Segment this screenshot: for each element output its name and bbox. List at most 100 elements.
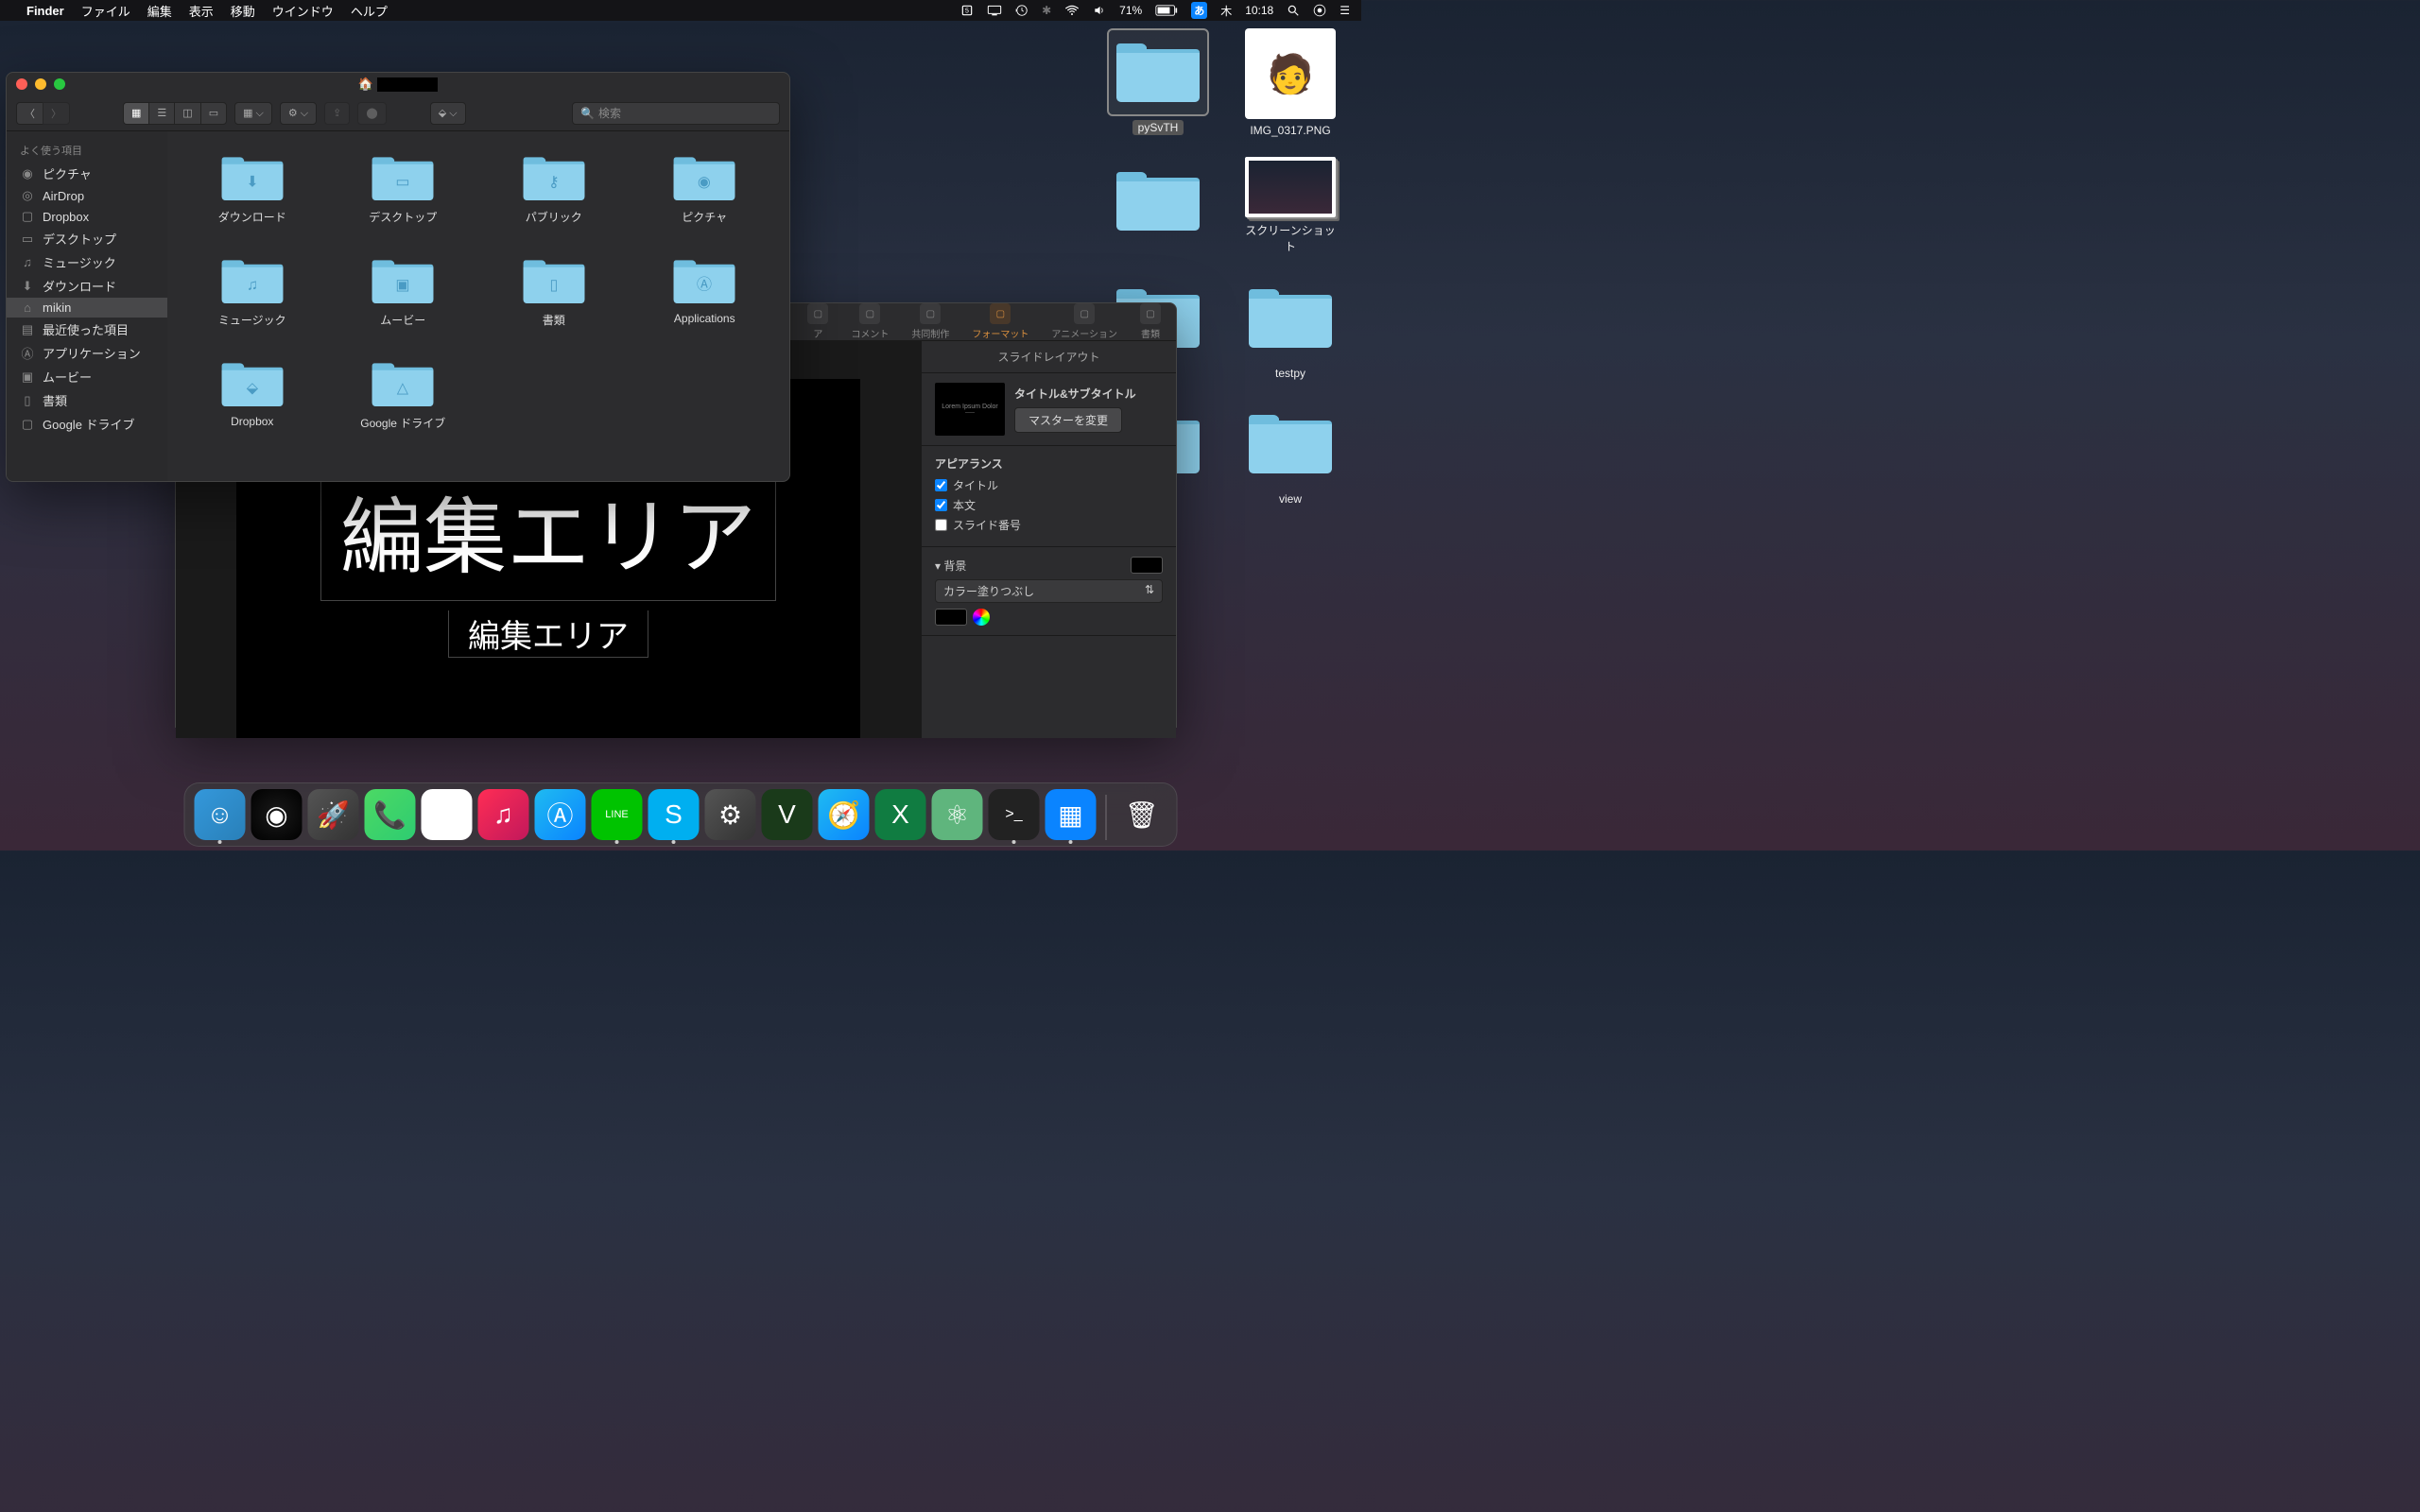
column-view-button[interactable]: ◫ (174, 102, 199, 125)
dock-photos[interactable]: ❀ (422, 789, 473, 840)
folder-Dropbox[interactable]: ⬙Dropbox (186, 356, 319, 431)
sidebar-item-AirDrop[interactable]: ◎AirDrop (7, 185, 167, 206)
desktop-item-スクリーンショット[interactable]: スクリーンショット (1238, 157, 1342, 255)
spotlight-icon[interactable] (1287, 4, 1300, 17)
sidebar-item-書類[interactable]: ▯書類 (7, 388, 167, 412)
dock-keynote[interactable]: ▦ (1046, 789, 1097, 840)
wifi-icon[interactable] (1064, 5, 1080, 16)
sidebar-item-ミュージック[interactable]: ♫ミュージック (7, 250, 167, 274)
background-swatch[interactable] (1131, 557, 1163, 574)
sidebar-item-ピクチャ[interactable]: ◉ピクチャ (7, 162, 167, 185)
close-button[interactable] (16, 78, 27, 90)
color-wheel-button[interactable] (973, 609, 990, 626)
dock-safari[interactable]: 🧭 (819, 789, 870, 840)
menu-go[interactable]: 移動 (231, 2, 255, 20)
forward-button[interactable]: 〉 (43, 102, 70, 125)
desktop-item-pySvTH[interactable]: pySvTH (1106, 28, 1210, 138)
dock-siri[interactable]: ◉ (251, 789, 302, 840)
sidebar-item-最近使った項目[interactable]: ▤最近使った項目 (7, 318, 167, 341)
folder-デスクトップ[interactable]: ▭デスクトップ (337, 150, 470, 225)
dock-trash[interactable]: 🗑 (1116, 789, 1167, 840)
zoom-button[interactable] (54, 78, 65, 90)
share-button[interactable]: ⇪ (324, 102, 350, 125)
body-checkbox[interactable]: 本文 (935, 497, 1163, 513)
arrange-button[interactable]: ▦ ⌵ (234, 102, 272, 125)
clock-time[interactable]: 10:18 (1245, 4, 1273, 17)
volume-icon[interactable] (1093, 4, 1106, 17)
dock-line[interactable]: LINE (592, 789, 643, 840)
background-label[interactable]: ▾ 背景 (935, 558, 966, 574)
back-button[interactable]: 〈 (16, 102, 43, 125)
minimize-button[interactable] (35, 78, 46, 90)
slidenum-checkbox[interactable]: スライド番号 (935, 517, 1163, 533)
dock-skype[interactable]: S (648, 789, 700, 840)
ime-indicator[interactable]: あ (1191, 2, 1207, 19)
fill-type-select[interactable]: カラー塗りつぶし⇅ (935, 579, 1163, 603)
folder-書類[interactable]: ▯書類 (488, 253, 620, 328)
sidebar-item-デスクトップ[interactable]: ▭デスクトップ (7, 227, 167, 250)
clock-day[interactable]: 木 (1220, 3, 1232, 19)
desktop-item-testpy[interactable]: testpy (1238, 274, 1342, 381)
battery-icon[interactable] (1155, 5, 1178, 16)
gallery-view-button[interactable]: ▭ (200, 102, 227, 125)
desktop-item-unnamed[interactable] (1106, 157, 1210, 255)
folder-ピクチャ[interactable]: ◉ピクチャ (639, 150, 771, 225)
dock-excel[interactable]: X (875, 789, 926, 840)
dock-atom[interactable]: ⚛ (932, 789, 983, 840)
dock-itunes[interactable]: ♫ (478, 789, 529, 840)
notifications-icon[interactable]: ☰ (1340, 4, 1350, 17)
desktop-item-IMG_0317.PNG[interactable]: 🧑IMG_0317.PNG (1238, 28, 1342, 138)
siri-icon[interactable] (1313, 4, 1326, 17)
finder-titlebar[interactable]: 🏠 xxxxx (7, 73, 789, 95)
folder-ダウンロード[interactable]: ⬇ダウンロード (186, 150, 319, 225)
action-button[interactable]: ⚙ ⌵ (280, 102, 317, 125)
sidebar-item-mikin[interactable]: ⌂mikin (7, 298, 167, 318)
dock-vim[interactable]: V (762, 789, 813, 840)
title-checkbox[interactable]: タイトル (935, 477, 1163, 493)
menu-edit[interactable]: 編集 (147, 2, 172, 20)
dock-finder[interactable]: ☺ (195, 789, 246, 840)
kn-toolbar-共同制作[interactable]: ▢共同制作 (906, 303, 955, 340)
menu-view[interactable]: 表示 (189, 2, 214, 20)
folder-ムービー[interactable]: ▣ムービー (337, 253, 470, 328)
menu-window[interactable]: ウインドウ (272, 2, 334, 20)
dropbox-button[interactable]: ⬙ ⌵ (430, 102, 466, 125)
kn-toolbar-コメント[interactable]: ▢コメント (845, 303, 894, 340)
color-swatch[interactable] (935, 609, 967, 626)
kn-toolbar-ア[interactable]: ▢ア (802, 303, 834, 340)
sidebar-item-ダウンロード[interactable]: ⬇ダウンロード (7, 274, 167, 298)
dock-settings[interactable]: ⚙ (705, 789, 756, 840)
kn-toolbar-アニメーション[interactable]: ▢アニメーション (1046, 303, 1123, 340)
sidebar-item-Google ドライブ[interactable]: ▢Google ドライブ (7, 412, 167, 436)
bluetooth-icon[interactable]: ✱ (1042, 4, 1051, 17)
search-field[interactable]: 🔍 検索 (572, 102, 780, 125)
folder-Applications[interactable]: ⒶApplications (639, 253, 771, 328)
sidebar-item-ムービー[interactable]: ▣ムービー (7, 365, 167, 388)
sidebar-item-Dropbox[interactable]: ▢Dropbox (7, 206, 167, 227)
tags-button[interactable]: ⬤ (357, 102, 386, 125)
change-master-button[interactable]: マスターを変更 (1014, 407, 1122, 433)
dock-facetime[interactable]: 📞 (365, 789, 416, 840)
desktop-item-view[interactable]: view (1238, 400, 1342, 507)
dock-launchpad[interactable]: 🚀 (308, 789, 359, 840)
airdrop-icon: ◎ (20, 188, 35, 203)
kn-toolbar-書類[interactable]: ▢書類 (1134, 303, 1167, 340)
kn-toolbar-フォーマット[interactable]: ▢フォーマット (966, 303, 1034, 340)
dock-appstore[interactable]: Ⓐ (535, 789, 586, 840)
slide-subtitle-field[interactable]: 編集エリア (448, 610, 648, 658)
display-icon[interactable] (987, 5, 1002, 16)
sidebar-item-アプリケーション[interactable]: Ⓐアプリケーション (7, 341, 167, 365)
status-icon-1[interactable]: 5 (960, 4, 974, 17)
app-name[interactable]: Finder (26, 4, 64, 18)
list-view-button[interactable]: ☰ (148, 102, 174, 125)
layout-thumbnail[interactable]: Lorem Ipsum Dolor—— (935, 383, 1005, 436)
menu-help[interactable]: ヘルプ (351, 2, 388, 20)
menu-file[interactable]: ファイル (81, 2, 130, 20)
dock-terminal[interactable]: >_ (989, 789, 1040, 840)
timemachine-icon[interactable] (1015, 4, 1028, 17)
folder-ミュージック[interactable]: ♫ミュージック (186, 253, 319, 328)
folder-パブリック[interactable]: ⚷パブリック (488, 150, 620, 225)
icon-view-button[interactable]: ▦ (123, 102, 148, 125)
folder-Google ドライブ[interactable]: △Google ドライブ (337, 356, 470, 431)
running-indicator (672, 840, 676, 844)
